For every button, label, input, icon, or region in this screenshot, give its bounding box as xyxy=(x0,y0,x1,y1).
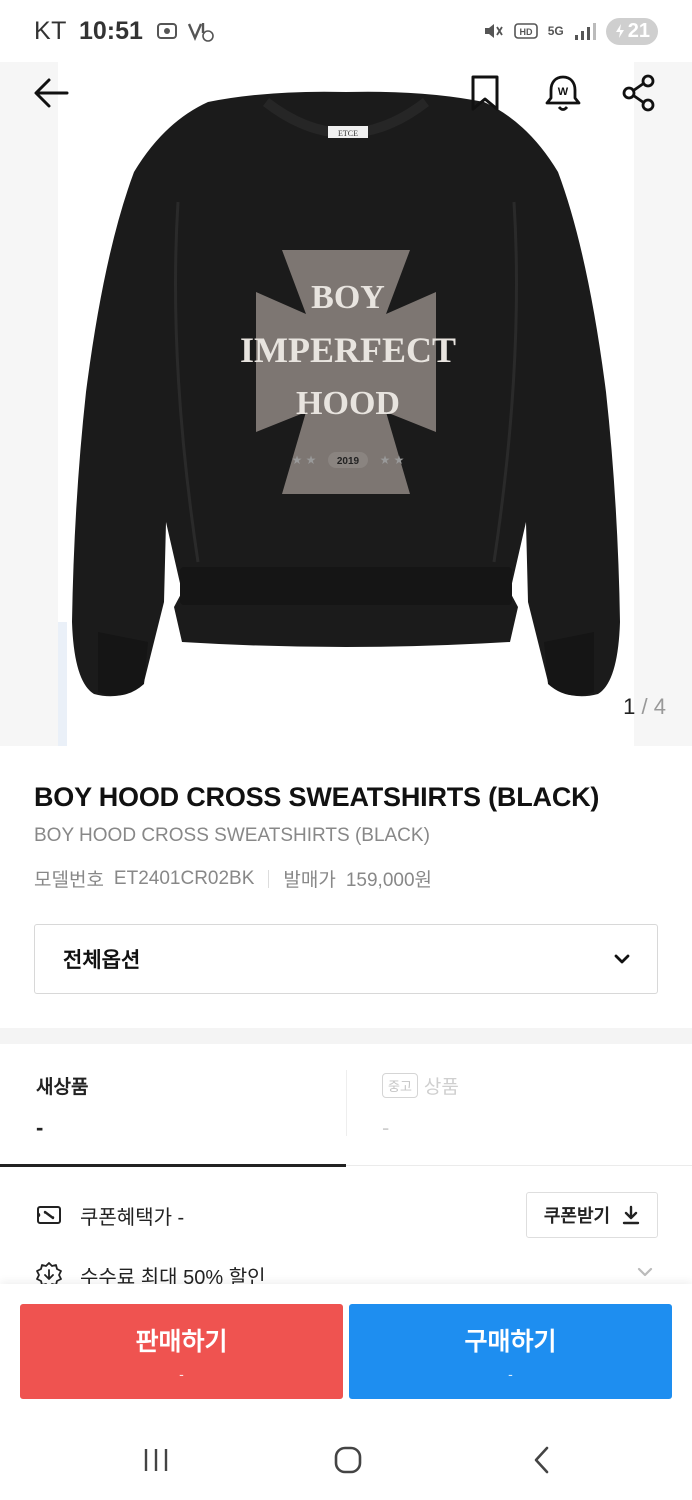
next-image-peek xyxy=(58,622,67,746)
clock: 10:51 xyxy=(78,16,143,45)
share-icon xyxy=(622,74,655,112)
tab-new-price: - xyxy=(36,1115,44,1140)
coupon-benefit-row: 쿠폰혜택가 - 쿠폰받기 xyxy=(34,1192,658,1238)
share-button[interactable] xyxy=(616,70,662,116)
image-page-current: 1 xyxy=(623,694,636,719)
bookmark-button[interactable] xyxy=(462,70,508,116)
battery-level: 21 xyxy=(627,19,650,42)
recent-apps-button[interactable] xyxy=(136,1442,176,1478)
print-line-1: BOY xyxy=(311,279,385,316)
coupon-icon xyxy=(34,1200,64,1230)
status-bar: KT 10:51 HD 5G 21 xyxy=(0,0,692,62)
svg-text:HD: HD xyxy=(519,27,532,37)
buy-button[interactable]: 구매하기 - xyxy=(349,1304,672,1399)
get-coupon-label: 쿠폰받기 xyxy=(543,1206,611,1226)
model-number-label: 모델번호 xyxy=(34,870,104,891)
svg-text:★ ★: ★ ★ xyxy=(292,453,317,467)
meta-divider xyxy=(268,869,270,888)
screenshot-icon xyxy=(156,23,177,39)
image-page-separator: / xyxy=(641,694,648,719)
product-subtitle: BOY HOOD CROSS SWEATSHIRTS (BLACK) xyxy=(34,825,430,846)
buy-button-label: 구매하기 xyxy=(464,1327,557,1356)
tab-used-label: 상품 xyxy=(423,1077,459,1098)
tab-new-product[interactable]: 새상품 - xyxy=(0,1044,346,1167)
product-image-carousel[interactable]: ETCE BOY IMPERFECT HOOD ★ ★ 2019 ★ ★ 1 /… xyxy=(0,62,692,746)
back-button[interactable] xyxy=(28,70,74,116)
svg-text:W: W xyxy=(558,86,569,98)
print-line-3: HOOD xyxy=(296,385,400,422)
mute-icon xyxy=(484,24,503,38)
network-label: 5G xyxy=(547,24,564,38)
chevron-down-icon xyxy=(614,954,630,964)
bottom-action-bar: 판매하기 - 구매하기 - xyxy=(0,1284,692,1414)
active-tab-indicator xyxy=(0,1164,346,1167)
bookmark-icon xyxy=(471,75,499,111)
print-line-2: IMPERFECT xyxy=(240,330,456,370)
model-number-value: ET2401CR02BK xyxy=(113,867,255,889)
coupon-benefit-text: 쿠폰혜택가 - xyxy=(80,1206,185,1229)
release-price-label: 발매가 xyxy=(283,870,336,891)
tab-used-product[interactable]: 중고 상품 - xyxy=(346,1044,692,1166)
chevron-down-icon xyxy=(637,1267,653,1277)
tab-used-price: - xyxy=(382,1115,390,1140)
sweatshirt-illustration: ETCE BOY IMPERFECT HOOD ★ ★ 2019 ★ ★ xyxy=(72,91,620,697)
product-meta: 모델번호 ET2401CR02BK 발매가 159,000원 xyxy=(34,865,658,892)
carrier-label: KT xyxy=(34,16,67,45)
sell-button-price: - xyxy=(179,1365,184,1382)
price-alert-button[interactable]: W xyxy=(540,70,586,116)
recent-apps-icon xyxy=(144,1449,168,1471)
arrow-left-icon xyxy=(34,78,69,108)
get-coupon-button[interactable]: 쿠폰받기 xyxy=(526,1192,658,1238)
image-page-total: 4 xyxy=(653,694,666,719)
chevron-left-icon xyxy=(534,1446,549,1474)
product-info: BOY HOOD CROSS SWEATSHIRTS (BLACK) BOY H… xyxy=(34,782,658,892)
neck-label-text: ETCE xyxy=(338,129,358,138)
option-select[interactable]: 전체옵션 xyxy=(34,924,658,994)
product-image: ETCE BOY IMPERFECT HOOD ★ ★ 2019 ★ ★ xyxy=(58,62,634,746)
top-navigation: W xyxy=(0,62,692,124)
product-title: BOY HOOD CROSS SWEATSHIRTS (BLACK) xyxy=(34,782,600,812)
sell-button[interactable]: 판매하기 - xyxy=(20,1304,343,1399)
section-divider xyxy=(0,1028,692,1044)
sell-button-label: 판매하기 xyxy=(135,1327,228,1356)
print-year: 2019 xyxy=(337,456,360,467)
battery-charging-icon xyxy=(615,24,624,38)
price-alert-bell-icon: W xyxy=(545,75,581,111)
home-button[interactable] xyxy=(328,1442,368,1478)
volte-icon xyxy=(187,23,214,42)
release-price-value: 159,000원 xyxy=(345,870,433,891)
condition-tabs: 새상품 - 중고 상품 - xyxy=(0,1044,692,1167)
home-icon xyxy=(334,1446,362,1474)
system-navigation-bar xyxy=(0,1414,692,1500)
image-page-indicator: 1 / 4 xyxy=(623,694,666,720)
tab-new-label: 새상품 xyxy=(36,1077,89,1098)
option-select-label: 전체옵션 xyxy=(63,949,141,972)
buy-button-price: - xyxy=(508,1365,513,1382)
signal-icon xyxy=(574,23,596,40)
used-badge: 중고 xyxy=(382,1073,418,1098)
svg-text:★ ★: ★ ★ xyxy=(380,453,405,467)
system-back-button[interactable] xyxy=(522,1442,562,1478)
battery-indicator: 21 xyxy=(605,17,658,45)
download-icon xyxy=(622,1205,640,1225)
hd-icon: HD xyxy=(513,23,538,39)
